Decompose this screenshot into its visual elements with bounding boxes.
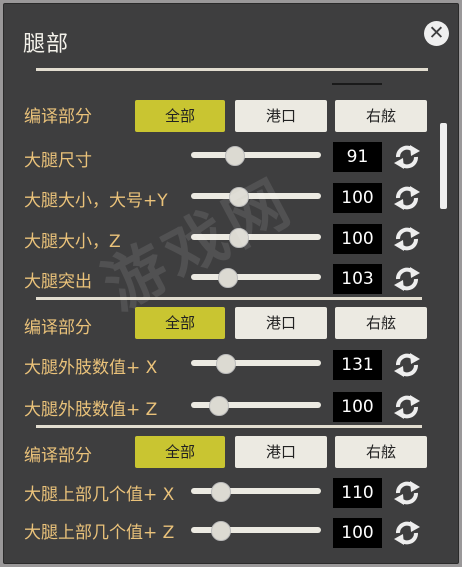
- value-slider[interactable]: [191, 268, 321, 288]
- close-icon[interactable]: ✕: [424, 21, 449, 46]
- seg-all-button-3[interactable]: 全部: [135, 436, 225, 468]
- top-tab-indicator: [332, 83, 382, 85]
- row-label: 大腿上部几个值+ X: [24, 485, 175, 505]
- row-label: 大腿上部几个值+ Z: [24, 523, 175, 543]
- seg-port-button-2[interactable]: 港口: [235, 307, 327, 339]
- reset-arrows-icon[interactable]: [390, 478, 424, 508]
- value-display: 100: [333, 224, 382, 254]
- value-slider[interactable]: [191, 482, 321, 502]
- seg-port-button-1[interactable]: 港口: [235, 100, 327, 132]
- reset-arrows-icon[interactable]: [390, 350, 424, 380]
- value-slider[interactable]: [191, 146, 321, 166]
- seg-starboard-button-2[interactable]: 右舷: [335, 307, 427, 339]
- reset-arrows-icon[interactable]: [390, 264, 424, 294]
- value-slider[interactable]: [191, 187, 321, 207]
- seg-all-button-1[interactable]: 全部: [135, 100, 225, 132]
- slider-track: [191, 274, 321, 280]
- seg-port-button-3[interactable]: 港口: [235, 436, 327, 468]
- reset-arrows-icon[interactable]: [390, 224, 424, 254]
- value-display: 100: [333, 518, 382, 548]
- seg-starboard-button-3[interactable]: 右舷: [335, 436, 427, 468]
- value-display: 91: [333, 142, 382, 172]
- slider-track: [191, 152, 321, 158]
- row-label: 大腿大小，Z: [24, 232, 121, 252]
- slider-track: [191, 193, 321, 199]
- value-display: 100: [333, 183, 382, 213]
- reset-arrows-icon[interactable]: [390, 392, 424, 422]
- leg-settings-panel: 腿部 ✕ 编译部分 全部 港口 右舷 大腿尺寸 91 大腿大小，大号+Y 100…: [3, 3, 459, 564]
- value-display: 110: [333, 478, 382, 508]
- value-slider[interactable]: [191, 396, 321, 416]
- row-label: 大腿突出: [24, 272, 92, 292]
- row-label: 大腿大小，大号+Y: [24, 191, 168, 211]
- panel-title: 腿部: [23, 32, 70, 57]
- section-divider: [36, 297, 422, 300]
- slider-knob[interactable]: [210, 521, 231, 541]
- slider-knob[interactable]: [228, 187, 249, 207]
- reset-arrows-icon[interactable]: [390, 518, 424, 548]
- slider-knob[interactable]: [215, 354, 236, 374]
- section-label-3: 编译部分: [24, 446, 92, 466]
- reset-arrows-icon[interactable]: [390, 142, 424, 172]
- slider-knob[interactable]: [228, 228, 249, 248]
- slider-knob[interactable]: [224, 146, 245, 166]
- row-label: 大腿外肢数值+ Z: [24, 400, 158, 420]
- section-divider: [36, 425, 422, 428]
- value-slider[interactable]: [191, 228, 321, 248]
- row-label: 大腿外肢数值+ X: [24, 358, 158, 378]
- value-display: 100: [333, 392, 382, 422]
- section-label-2: 编译部分: [24, 318, 92, 338]
- scrollbar-thumb[interactable]: [440, 123, 447, 209]
- top-divider: [36, 68, 428, 71]
- value-slider[interactable]: [191, 354, 321, 374]
- section-label-1: 编译部分: [24, 107, 92, 127]
- slider-knob[interactable]: [210, 482, 231, 502]
- seg-all-button-2[interactable]: 全部: [135, 307, 225, 339]
- value-display: 131: [333, 350, 382, 380]
- slider-knob[interactable]: [209, 396, 230, 416]
- row-label: 大腿尺寸: [24, 151, 92, 171]
- value-display: 103: [333, 264, 382, 294]
- slider-track: [191, 360, 321, 366]
- reset-arrows-icon[interactable]: [390, 183, 424, 213]
- slider-knob[interactable]: [218, 268, 239, 288]
- value-slider[interactable]: [191, 521, 321, 541]
- seg-starboard-button-1[interactable]: 右舷: [335, 100, 427, 132]
- slider-track: [191, 234, 321, 240]
